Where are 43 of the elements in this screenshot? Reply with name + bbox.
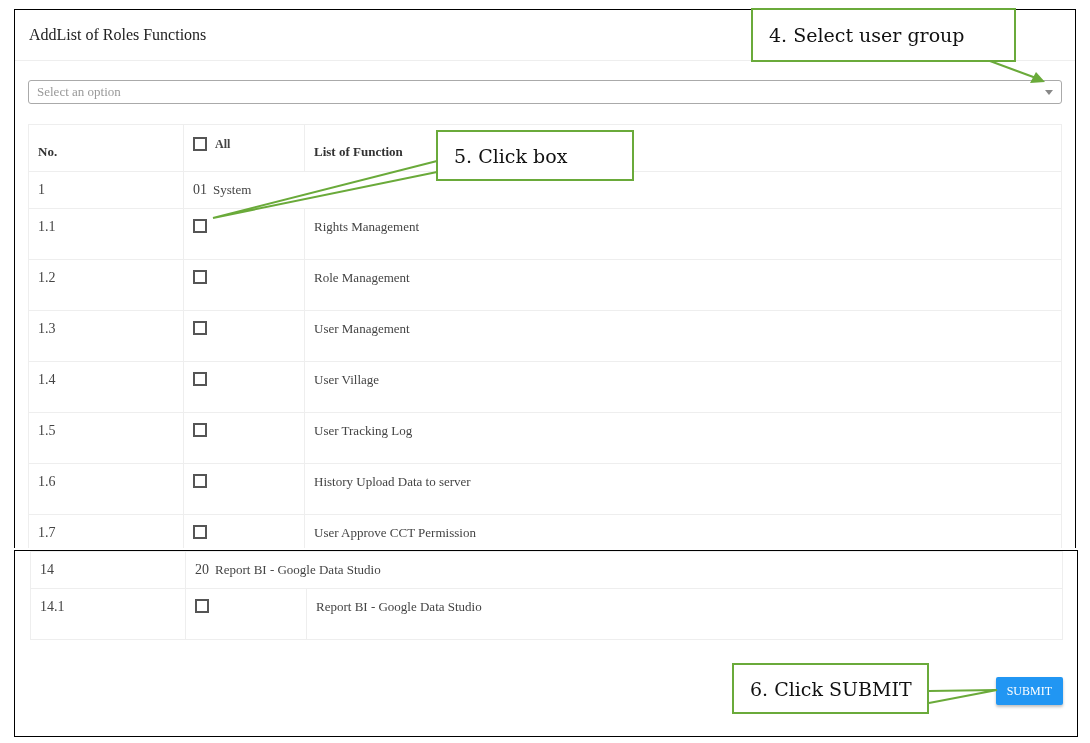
checkbox[interactable]	[193, 372, 207, 386]
select-all-label: All	[215, 137, 231, 152]
column-header: No.	[38, 144, 58, 159]
select-field[interactable]: Select an option	[28, 80, 1062, 104]
row-number: 1.5	[38, 423, 56, 438]
checkbox[interactable]	[195, 599, 209, 613]
function-name: History Upload Data to server	[314, 474, 471, 489]
checkbox[interactable]	[193, 321, 207, 335]
row-number: 1.1	[38, 219, 56, 234]
callout-box: 5. Click box	[436, 130, 634, 181]
group-name: System	[213, 182, 252, 197]
row-number: 14	[40, 562, 54, 577]
function-name: Rights Management	[314, 219, 420, 234]
checkbox[interactable]	[193, 525, 207, 539]
function-name: User Tracking Log	[314, 423, 413, 438]
group-code: 20	[195, 562, 209, 577]
submit-button[interactable]: SUBMIT	[995, 677, 1063, 705]
checkbox[interactable]	[193, 219, 207, 233]
function-name: User Village	[314, 372, 380, 387]
function-name: User Approve CCT Permission	[314, 525, 476, 540]
checkbox[interactable]	[193, 270, 207, 284]
leader-line	[928, 689, 998, 704]
row-number: 1.4	[38, 372, 56, 387]
checkbox[interactable]	[193, 137, 207, 151]
row-number: 1.2	[38, 270, 56, 285]
checkbox[interactable]	[193, 474, 207, 488]
leader-arrow	[989, 60, 1045, 83]
function-name: User Management	[314, 321, 410, 336]
callout-box: 6. Click SUBMIT	[732, 663, 929, 714]
row-number: 1.6	[38, 474, 56, 489]
column-header: List of Function	[314, 144, 403, 159]
row-number: 1.3	[38, 321, 56, 336]
row-number: 14.1	[40, 599, 65, 614]
function-name: Report BI - Google Data Studio	[316, 599, 482, 614]
callout-box: 4. Select user group	[751, 8, 1016, 62]
group-code: 01	[193, 182, 207, 197]
checkbox[interactable]	[193, 423, 207, 437]
function-name: Role Management	[314, 270, 410, 285]
caret-icon	[1045, 89, 1053, 95]
group-name: Report BI - Google Data Studio	[215, 562, 381, 577]
row-number: 1.7	[38, 525, 56, 540]
page-title: AddList of Roles Functions	[29, 26, 207, 44]
row-number: 1	[38, 182, 45, 197]
